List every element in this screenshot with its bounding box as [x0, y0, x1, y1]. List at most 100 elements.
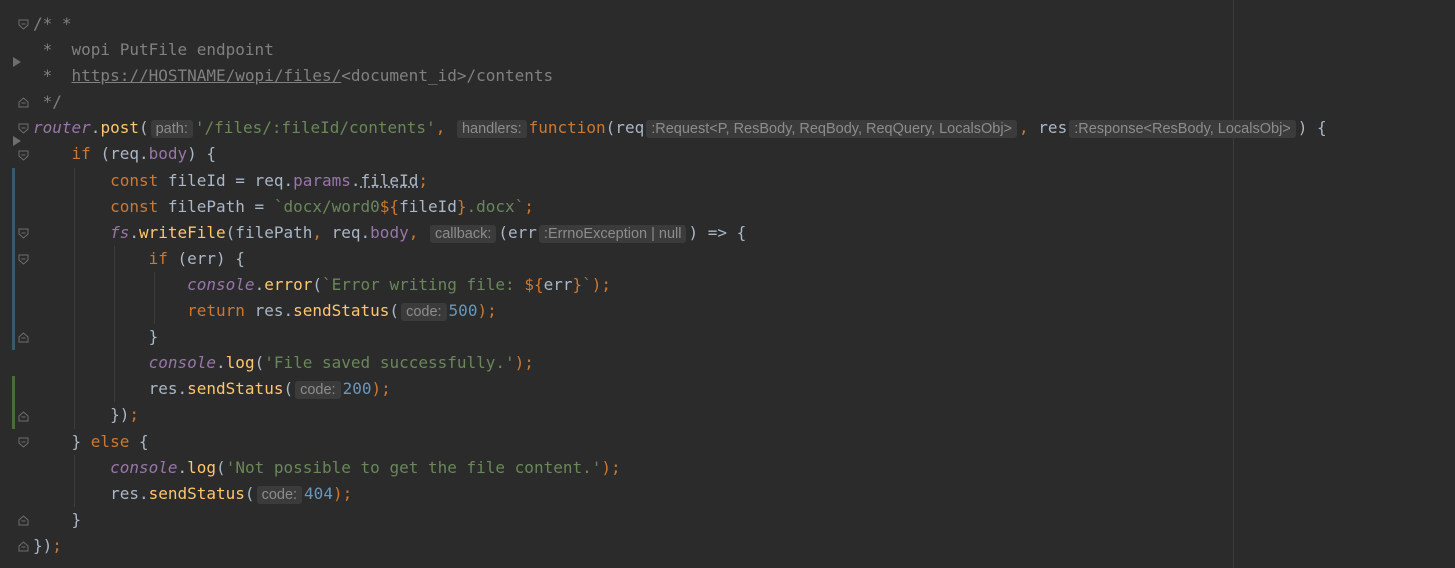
- indent-guide: [73, 167, 75, 194]
- code-token: (: [216, 457, 226, 477]
- code-token: ${: [524, 274, 544, 294]
- code-line[interactable]: const filePath = `docx/word0${fileId}.do…: [33, 193, 1327, 220]
- code-token: console: [148, 353, 217, 373]
- code-token: console: [187, 274, 255, 294]
- indent-guide: [153, 271, 155, 299]
- fold-icon[interactable]: [18, 332, 29, 343]
- code-token: .: [177, 457, 188, 477]
- code-line[interactable]: console.error(`Error writing file: ${err…: [33, 271, 1327, 299]
- code-token: body: [148, 144, 188, 164]
- code-token: <document_id>/contents: [341, 66, 554, 86]
- code-token: res: [1038, 118, 1068, 138]
- code-line[interactable]: if (err) {: [33, 245, 1327, 272]
- code-token: '/files/:fileId/contents': [194, 118, 436, 138]
- run-arrow-icon[interactable]: [12, 53, 22, 68]
- code-line[interactable]: if (req.body) {: [33, 141, 1327, 167]
- code-line[interactable]: const fileId = req.params.fileId;: [33, 167, 1327, 194]
- code-line[interactable]: } else {: [33, 429, 1327, 455]
- code-line[interactable]: console.log('File saved successfully.');: [33, 350, 1327, 377]
- code-token: .: [129, 222, 139, 242]
- code-line[interactable]: * wopi PutFile endpoint: [33, 37, 1327, 63]
- code-token: console: [110, 457, 178, 477]
- fold-icon[interactable]: [18, 19, 29, 30]
- fold-icon[interactable]: [18, 97, 29, 108]
- code-token: sendStatus: [293, 301, 390, 321]
- code-token: (: [138, 118, 149, 138]
- code-line[interactable]: return res.sendStatus(code: 500);: [33, 298, 1327, 325]
- code-token: if: [71, 144, 101, 164]
- indent-guide: [113, 376, 115, 403]
- indent-guide: [113, 245, 115, 272]
- code-token: writeFile: [138, 222, 226, 242]
- code-line[interactable]: */: [33, 89, 1327, 115]
- indent-guide: [113, 350, 115, 377]
- fold-icon[interactable]: [18, 437, 29, 448]
- code-token: const: [110, 196, 168, 216]
- code-line[interactable]: router.post(path: '/files/:fileId/content…: [33, 115, 1327, 141]
- code-line[interactable]: }: [33, 507, 1327, 533]
- vcs-change-marker[interactable]: [12, 376, 15, 429]
- parameter-hint: handlers:: [456, 120, 527, 139]
- code-editor[interactable]: /* * * wopi PutFile endpoint * https://H…: [33, 11, 1327, 559]
- comment-link[interactable]: https://HOSTNAME/wopi/files/: [72, 66, 342, 85]
- code-token: fileId: [360, 170, 419, 190]
- vcs-change-marker[interactable]: [12, 167, 15, 351]
- code-token: 200: [342, 379, 372, 399]
- parameter-hint: path:: [150, 120, 193, 139]
- code-token: const: [110, 170, 168, 190]
- indent-guide: [73, 376, 75, 403]
- code-line[interactable]: }: [33, 324, 1327, 351]
- fold-icon[interactable]: [18, 150, 29, 161]
- code-token: ;: [418, 170, 428, 190]
- indent-guide: [73, 271, 75, 299]
- code-token: .: [90, 118, 101, 138]
- code-token: res.: [110, 483, 149, 503]
- code-token: router: [33, 118, 91, 138]
- code-token: */: [33, 92, 62, 112]
- code-token: fileId: [399, 196, 457, 216]
- fold-icon[interactable]: [18, 410, 29, 422]
- fold-icon[interactable]: [18, 541, 29, 552]
- indent-guide: [73, 480, 75, 507]
- code-line[interactable]: res.sendStatus(code: 404);: [33, 480, 1327, 507]
- fold-icon[interactable]: [18, 228, 29, 239]
- code-token: error: [264, 274, 313, 294]
- code-token: ,: [408, 222, 428, 242]
- indent-guide: [73, 324, 75, 351]
- code-token: );: [601, 457, 621, 477]
- code-line[interactable]: console.log('Not possible to get the fil…: [33, 454, 1327, 481]
- fold-icon[interactable]: [18, 254, 29, 265]
- parameter-hint: :Request<P, ResBody, ReqBody, ReqQuery, …: [646, 120, 1018, 139]
- code-token: 404: [304, 483, 333, 503]
- code-token: }: [572, 274, 583, 294]
- code-token: }): [33, 535, 53, 555]
- editor-gutter: [0, 0, 33, 568]
- code-token: body: [370, 222, 409, 242]
- code-line[interactable]: /* *: [33, 11, 1327, 37]
- code-token: ,: [1019, 118, 1039, 138]
- code-line[interactable]: fs.writeFile(filePath, req.body, callbac…: [33, 219, 1327, 246]
- indent-guide: [113, 271, 115, 299]
- code-token: ;: [129, 405, 139, 425]
- code-line[interactable]: * https://HOSTNAME/wopi/files/<document_…: [33, 63, 1327, 89]
- parameter-hint: code:: [295, 381, 341, 400]
- code-token: filePath =: [167, 196, 274, 216]
- indent-guide: [73, 193, 75, 220]
- code-token: (: [244, 483, 255, 503]
- run-arrow-icon[interactable]: [12, 132, 22, 146]
- code-line[interactable]: });: [33, 533, 1327, 559]
- code-line[interactable]: res.sendStatus(code: 200);: [33, 376, 1327, 403]
- fold-icon[interactable]: [18, 515, 29, 526]
- code-line[interactable]: });: [33, 402, 1327, 429]
- code-token: * wopi PutFile endpoint: [33, 40, 274, 60]
- code-token: ;: [52, 535, 62, 555]
